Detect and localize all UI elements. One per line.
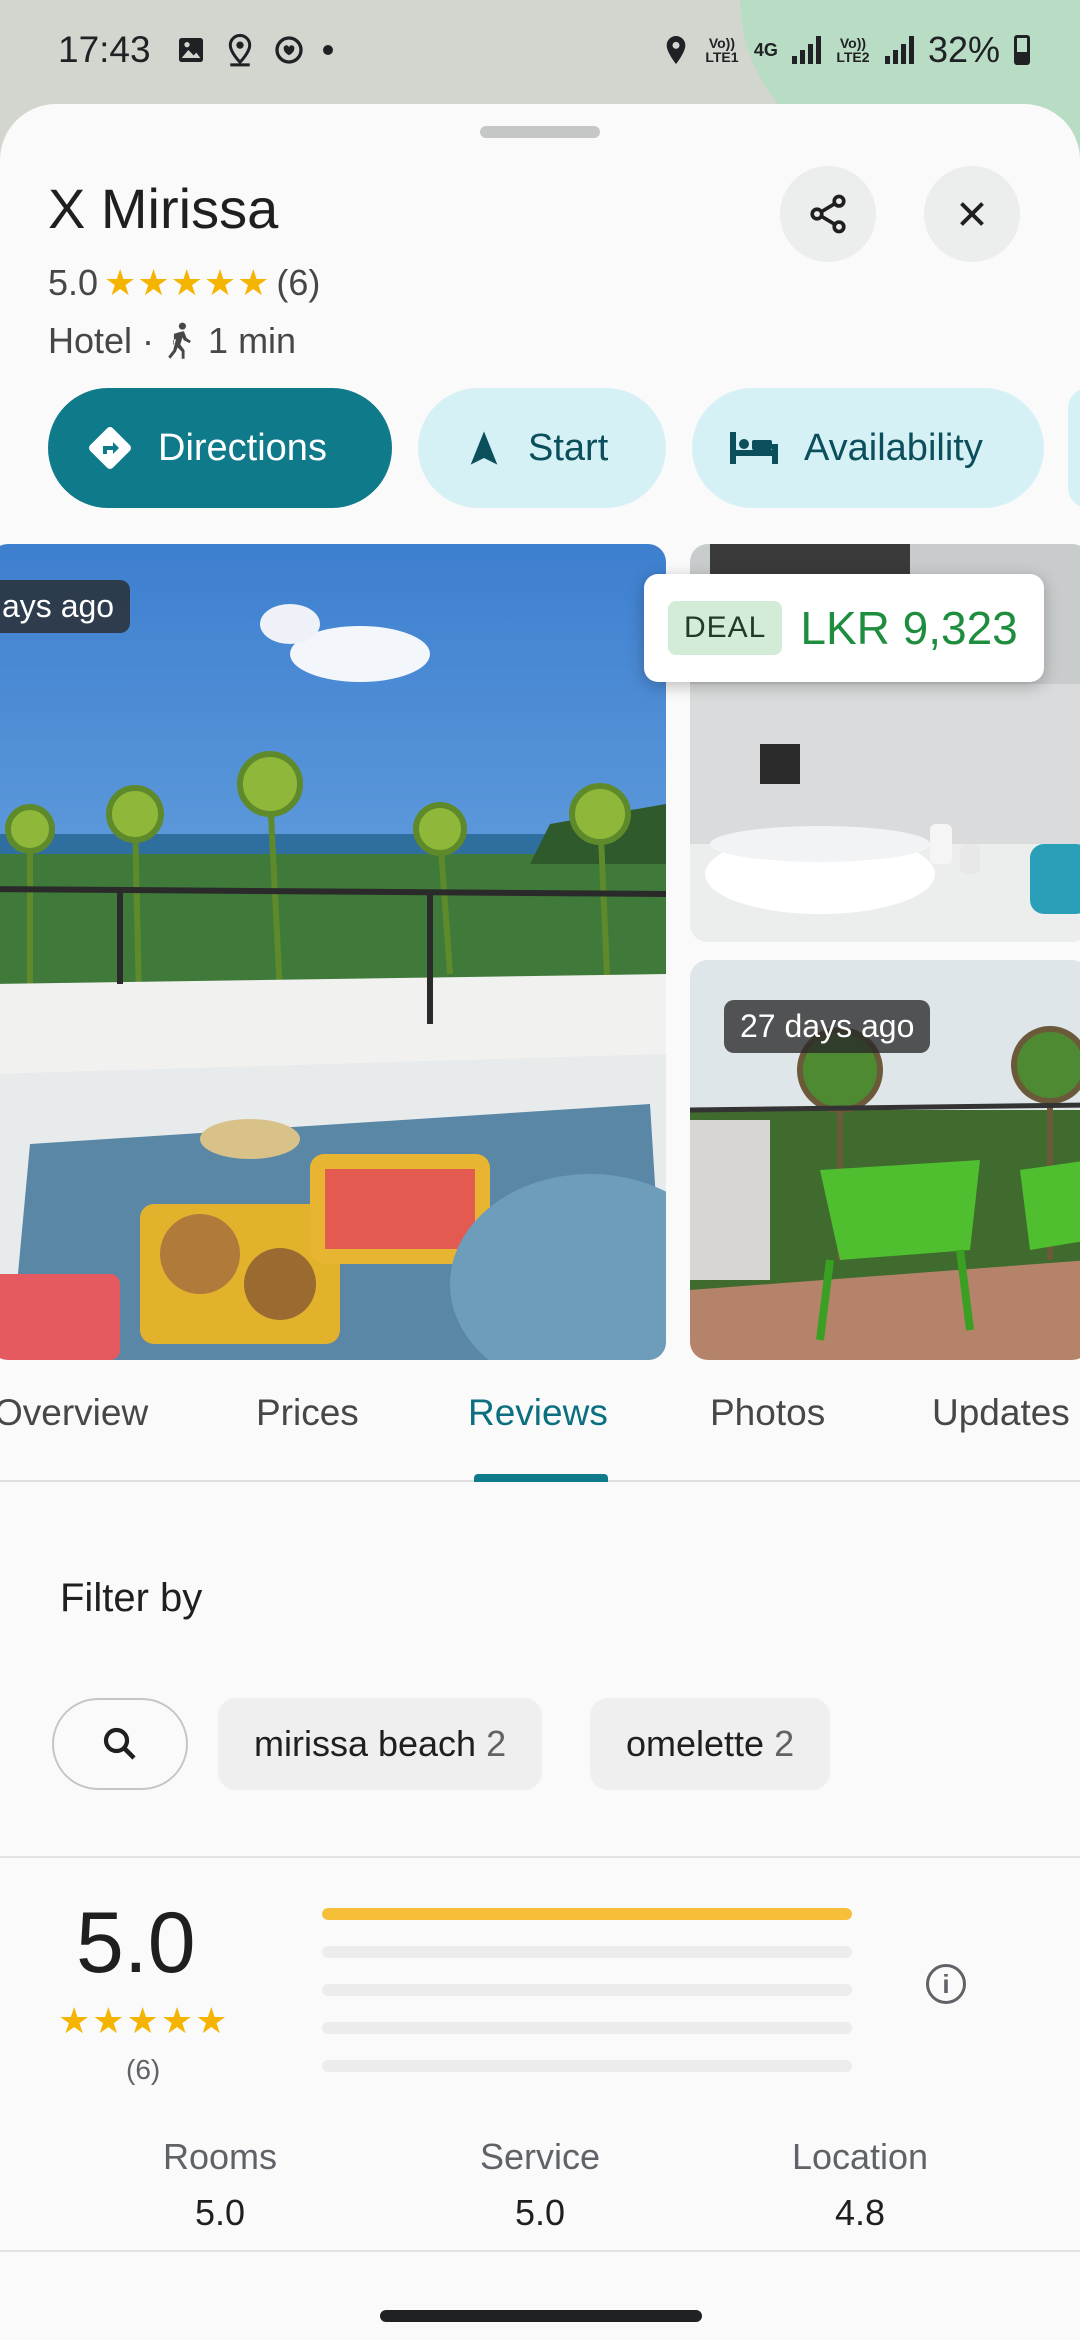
- location-icon: [666, 36, 686, 64]
- info-icon[interactable]: [926, 1964, 966, 2004]
- health-icon: [274, 36, 303, 64]
- tab-updates[interactable]: Updates: [932, 1392, 1070, 1434]
- category-value: 5.0: [194, 2192, 246, 2233]
- navigation-arrow-icon: [470, 431, 498, 465]
- rating-distribution: [322, 1908, 852, 2098]
- sim1-label: Vo)) LTE1: [705, 35, 739, 65]
- place-name: X Mirissa: [48, 177, 279, 240]
- rating-count: (6): [276, 262, 321, 303]
- notification-dot-icon: [322, 45, 333, 55]
- rating-bar-3-star: [322, 1984, 852, 1996]
- sim2-label: Vo)) LTE2: [836, 35, 870, 65]
- bottom-divider: [0, 2250, 1080, 2252]
- category-name: Service: [479, 2136, 601, 2177]
- battery-icon: [1014, 35, 1030, 65]
- signal-2-icon: [884, 36, 914, 64]
- category-value: 5.0: [514, 2192, 566, 2233]
- active-tab-indicator: [474, 1474, 608, 1482]
- rooftop-terrace-image: [0, 544, 666, 1360]
- walking-icon: [168, 322, 191, 359]
- directions-icon: [89, 427, 131, 469]
- type-row: Hotel · 1 min: [48, 320, 296, 362]
- availability-button[interactable]: Availability: [692, 388, 1044, 508]
- signal-1-icon: [791, 36, 821, 64]
- category-location: Location 4.8: [740, 2136, 980, 2234]
- status-bar: 17:43 Vo)) LTE1 4G Vo)) LTE2 32%: [0, 0, 1080, 100]
- photo-age-tag-2: 27 days ago: [724, 1000, 931, 1053]
- availability-label: Availability: [804, 426, 983, 469]
- share-button[interactable]: [780, 166, 876, 262]
- filter-chip-count: 2: [774, 1723, 795, 1764]
- category-service: Service 5.0: [420, 2136, 660, 2234]
- tab-prices[interactable]: Prices: [256, 1392, 359, 1434]
- hotel-photo-balcony[interactable]: 27 days ago: [690, 960, 1080, 1360]
- deal-price: LKR 9,323: [800, 602, 1018, 654]
- status-time: 17:43: [58, 29, 151, 70]
- start-label: Start: [528, 426, 609, 469]
- gallery-icon: [178, 38, 203, 62]
- deal-badge: DEAL: [668, 601, 783, 655]
- gesture-nav-bar[interactable]: [380, 2310, 702, 2322]
- category-name: Rooms: [162, 2136, 278, 2177]
- close-button[interactable]: [924, 166, 1020, 262]
- filter-chip-count: 2: [486, 1723, 507, 1764]
- rating-bar-2-star: [322, 2022, 852, 2034]
- close-icon: [960, 202, 984, 226]
- filter-chip-label: omelette: [626, 1723, 765, 1764]
- directions-label: Directions: [158, 426, 327, 469]
- deal-price-card[interactable]: DEAL LKR 9,323: [644, 574, 1044, 682]
- hotel-photo-main[interactable]: ays ago: [0, 544, 666, 1360]
- start-button[interactable]: Start: [418, 388, 666, 508]
- battery-percent: 32%: [927, 29, 1000, 70]
- network-type: 4G: [753, 40, 778, 60]
- filter-title: Filter by: [60, 1576, 203, 1620]
- review-search-button[interactable]: [52, 1698, 188, 1790]
- rating-bar-5-star: [322, 1908, 852, 1920]
- overall-stars: ★★★★★: [58, 2000, 230, 2041]
- walk-time: 1 min: [208, 320, 297, 361]
- search-icon: [103, 1727, 136, 1760]
- filter-chip-label: mirissa beach: [254, 1723, 477, 1764]
- tab-bar: Overview Prices Reviews Photos Updates: [0, 1386, 1080, 1482]
- rating-bar-fill: [322, 1908, 852, 1920]
- tab-reviews[interactable]: Reviews: [468, 1392, 608, 1434]
- place-type: Hotel: [48, 320, 133, 361]
- rating-row[interactable]: 5.0 ★★★★★ (6): [48, 262, 320, 304]
- photo-age-tag: ays ago: [0, 580, 131, 633]
- more-actions-chip[interactable]: [1068, 388, 1080, 508]
- separator-dot: ·: [142, 320, 155, 361]
- overall-count: (6): [126, 2054, 161, 2085]
- filter-chip-omelette[interactable]: omelette 2: [590, 1698, 831, 1790]
- bed-icon: [730, 432, 778, 464]
- category-rooms: Rooms 5.0: [100, 2136, 340, 2234]
- filter-chip-mirissa-beach[interactable]: mirissa beach 2: [218, 1698, 543, 1790]
- rating-bar-1-star: [322, 2060, 852, 2072]
- drag-handle[interactable]: [480, 126, 600, 138]
- category-value: 4.8: [834, 2192, 886, 2233]
- tab-photos[interactable]: Photos: [710, 1392, 825, 1434]
- overall-score: 5.0: [76, 1895, 196, 1991]
- location-pin-icon: [228, 33, 251, 67]
- rating-stars: ★★★★★: [104, 262, 271, 303]
- rating-value: 5.0: [48, 262, 99, 303]
- rating-bar-4-star: [322, 1946, 852, 1958]
- section-divider: [0, 1856, 1080, 1858]
- tab-overview[interactable]: Overview: [0, 1392, 148, 1434]
- share-icon: [810, 194, 846, 234]
- directions-button[interactable]: Directions: [48, 388, 392, 508]
- category-name: Location: [791, 2136, 929, 2177]
